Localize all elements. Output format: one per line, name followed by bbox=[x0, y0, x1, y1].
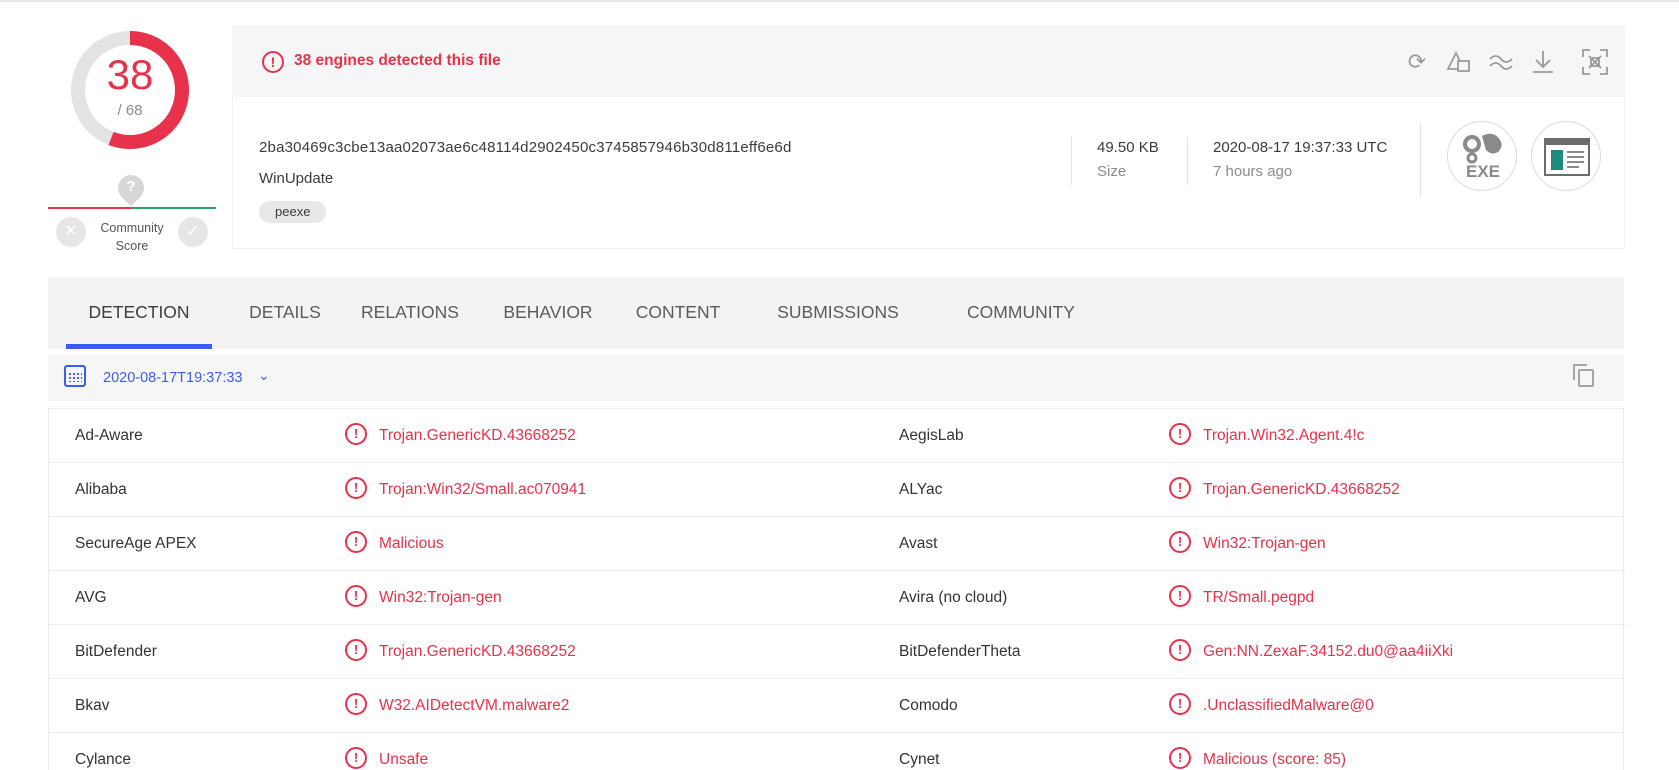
detection-result: Unsafe bbox=[379, 751, 429, 768]
detection-table: Ad-Aware ! Trojan.GenericKD.43668252 Aeg… bbox=[48, 408, 1625, 770]
malicious-icon: ! bbox=[345, 639, 367, 661]
divider bbox=[1071, 137, 1072, 185]
engine-name: Cylance bbox=[75, 751, 131, 768]
analysis-date-bar: 2020-08-17T19:37:33 ⌄ bbox=[48, 355, 1624, 401]
file-type-exe-icon: EXE bbox=[1447, 121, 1517, 191]
detection-result: Trojan.GenericKD.43668252 bbox=[379, 427, 576, 444]
table-row: Bkav ! W32.AIDetectVM.malware2 Comodo ! … bbox=[49, 679, 1625, 733]
exe-gears-icon: EXE bbox=[1463, 133, 1502, 181]
malicious-icon: ! bbox=[345, 747, 367, 769]
download-icon[interactable] bbox=[1528, 47, 1558, 77]
tab-details[interactable]: DETAILS bbox=[230, 277, 340, 349]
file-name: WinUpdate bbox=[259, 170, 334, 187]
engine-name: Cynet bbox=[899, 751, 940, 768]
fullscreen-icon[interactable] bbox=[1580, 47, 1610, 77]
score-detected: 38 bbox=[106, 51, 154, 98]
detection-result: Malicious (score: 85) bbox=[1203, 751, 1346, 768]
table-row: SecureAge APEX ! Malicious Avast ! Win32… bbox=[49, 517, 1625, 571]
detection-summary: 38 engines detected this file bbox=[294, 52, 501, 69]
detection-result: Win32:Trojan-gen bbox=[1203, 535, 1326, 552]
detection-result: Gen:NN.ZexaF.34152.du0@aa4iiXki bbox=[1203, 643, 1454, 660]
detection-result: Trojan.GenericKD.43668252 bbox=[379, 643, 576, 660]
community-bar-malicious bbox=[48, 207, 132, 209]
calendar-icon bbox=[64, 365, 86, 387]
score-total: / 68 bbox=[117, 102, 143, 119]
engine-name: AegisLab bbox=[899, 427, 964, 444]
report-tabs: DETECTION DETAILS RELATIONS BEHAVIOR CON… bbox=[48, 277, 1624, 349]
active-tab-indicator bbox=[66, 344, 212, 349]
malicious-icon: ! bbox=[1169, 585, 1191, 607]
detection-banner: ! 38 engines detected this file ⟳ bbox=[232, 25, 1625, 97]
malicious-icon: ! bbox=[345, 585, 367, 607]
malicious-icon: ! bbox=[1169, 477, 1191, 499]
alert-icon: ! bbox=[262, 51, 284, 73]
community-score: ? ✕ Community Score ✓ bbox=[48, 169, 216, 255]
engine-name: BitDefender bbox=[75, 643, 157, 660]
tab-behavior[interactable]: BEHAVIOR bbox=[490, 277, 606, 349]
file-tag[interactable]: peexe bbox=[259, 201, 327, 223]
engine-name: SecureAge APEX bbox=[75, 535, 197, 552]
malicious-icon: ! bbox=[1169, 639, 1191, 661]
malicious-icon: ! bbox=[345, 693, 367, 715]
detection-result: Trojan.Win32.Agent.4!c bbox=[1203, 427, 1365, 444]
engine-name: Avira (no cloud) bbox=[899, 589, 1008, 606]
malicious-icon: ! bbox=[1169, 423, 1191, 445]
detection-result: Malicious bbox=[379, 535, 444, 552]
file-size-label: Size bbox=[1097, 163, 1127, 180]
malicious-icon: ! bbox=[1169, 531, 1191, 553]
top-divider bbox=[0, 0, 1679, 2]
table-row: AVG ! Win32:Trojan-gen Avira (no cloud) … bbox=[49, 571, 1625, 625]
detection-result: Trojan:Win32/Small.ac070941 bbox=[379, 481, 587, 498]
similar-icon[interactable] bbox=[1444, 47, 1474, 77]
table-row: BitDefender ! Trojan.GenericKD.43668252 … bbox=[49, 625, 1625, 679]
engine-name: Bkav bbox=[75, 697, 110, 714]
malicious-icon: ! bbox=[345, 423, 367, 445]
engine-name: Ad-Aware bbox=[75, 427, 143, 444]
file-size-value: 49.50 KB bbox=[1097, 139, 1159, 156]
detection-result: Trojan.GenericKD.43668252 bbox=[1203, 481, 1400, 498]
file-hash[interactable]: 2ba30469c3cbe13aa02073ae6c48114d2902450c… bbox=[259, 139, 792, 156]
malicious-icon: ! bbox=[1169, 747, 1191, 769]
malicious-icon: ! bbox=[345, 531, 367, 553]
detection-result: .UnclassifiedMalware@0 bbox=[1203, 697, 1374, 714]
file-info-card: 2ba30469c3cbe13aa02073ae6c48114d2902450c… bbox=[232, 97, 1625, 249]
copy-icon[interactable] bbox=[1573, 364, 1594, 387]
vote-malicious-button[interactable]: ✕ bbox=[56, 217, 86, 247]
detection-result: TR/Small.pegpd bbox=[1203, 589, 1315, 606]
tab-submissions[interactable]: SUBMISSIONS bbox=[758, 277, 918, 349]
chevron-down-icon[interactable]: ⌄ bbox=[258, 367, 270, 384]
divider bbox=[1420, 123, 1421, 197]
tab-community[interactable]: COMMUNITY bbox=[946, 277, 1096, 349]
analysis-date-value: 2020-08-17 19:37:33 UTC bbox=[1213, 139, 1388, 156]
table-row: Cylance ! Unsafe Cynet ! Malicious (scor… bbox=[49, 733, 1625, 770]
engine-name: Comodo bbox=[899, 697, 958, 714]
table-row: Ad-Aware ! Trojan.GenericKD.43668252 Aeg… bbox=[49, 409, 1625, 463]
divider bbox=[1187, 137, 1188, 185]
engine-name: AVG bbox=[75, 589, 107, 606]
detection-result: W32.AIDetectVM.malware2 bbox=[379, 697, 570, 714]
malicious-icon: ! bbox=[345, 477, 367, 499]
engine-name: ALYac bbox=[899, 481, 943, 498]
graph-icon[interactable] bbox=[1486, 47, 1516, 77]
window-icon bbox=[1531, 121, 1601, 191]
tab-detection[interactable]: DETECTION bbox=[66, 277, 212, 349]
community-question: ? bbox=[126, 178, 136, 195]
tab-relations[interactable]: RELATIONS bbox=[348, 277, 472, 349]
community-label: Community Score bbox=[100, 221, 164, 253]
engine-name: BitDefenderTheta bbox=[899, 643, 1021, 660]
malicious-icon: ! bbox=[1169, 693, 1191, 715]
analysis-date-relative: 7 hours ago bbox=[1213, 163, 1293, 180]
reanalyze-icon[interactable]: ⟳ bbox=[1402, 47, 1432, 77]
tab-content[interactable]: CONTENT bbox=[624, 277, 732, 349]
vote-harmless-button[interactable]: ✓ bbox=[178, 217, 208, 247]
detection-score: 38 / 68 bbox=[64, 24, 196, 156]
table-row: Alibaba ! Trojan:Win32/Small.ac070941 AL… bbox=[49, 463, 1625, 517]
engine-name: Avast bbox=[899, 535, 938, 552]
community-bar-harmless bbox=[132, 207, 216, 209]
detection-result: Win32:Trojan-gen bbox=[379, 589, 502, 606]
svg-text:EXE: EXE bbox=[1466, 162, 1500, 181]
engine-name: Alibaba bbox=[75, 481, 127, 498]
analysis-date-selector[interactable]: 2020-08-17T19:37:33 bbox=[103, 370, 242, 386]
